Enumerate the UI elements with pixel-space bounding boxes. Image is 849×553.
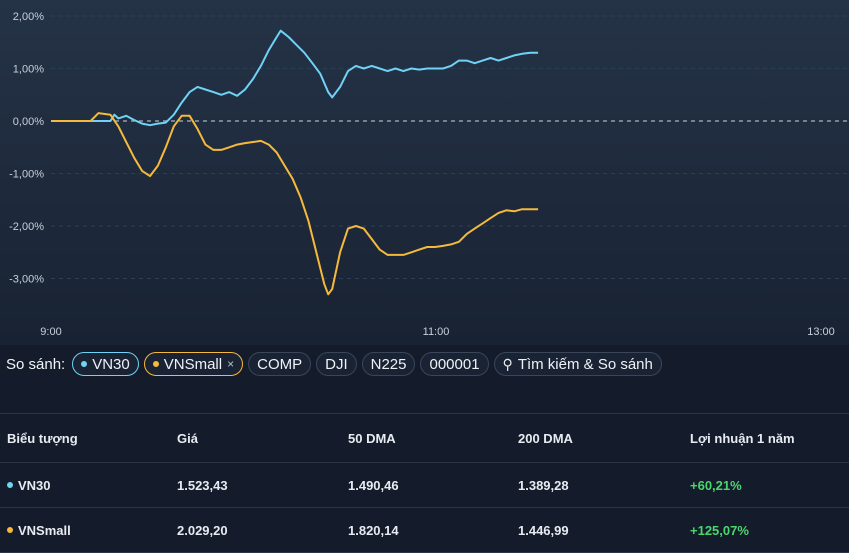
cell-text: +125,07% [690,522,749,538]
search-compare-label: Tìm kiếm & So sánh [517,355,653,373]
series-dot-icon [81,361,88,367]
series-dot-icon [152,361,159,367]
compare-chip-vn30[interactable]: VN30 [72,352,139,376]
compare-chip-label: 000001 [429,355,480,373]
cell-symbol: VN30 [7,463,51,507]
series-line-vn30 [51,29,539,127]
compare-bar: So sánh: VN30 VNSmall × COMP DJI N225 000001 ⚲… [0,350,849,378]
compare-chip-dji[interactable]: DJI [316,352,357,376]
cell-text: 1.820,14 [348,522,399,538]
y-tick-label: -3,00% [9,274,44,286]
compare-chip-label: N225 [370,355,407,373]
column-header[interactable]: Giá [177,414,198,462]
cell-text: 1.446,99 [518,522,569,538]
compare-chips: VN30 VNSmall × COMP DJI N225 000001 [72,352,489,376]
compare-chip-label: VN30 [92,355,130,373]
cell-dma50: 1.490,46 [348,463,399,507]
series-line-vnsmall [51,112,539,296]
cell-symbol: VNSmall [7,508,71,552]
table-row[interactable]: VN30 1.523,43 1.490,46 1.389,28 +60,21% [0,463,849,508]
cell-text: 2.029,20 [177,522,228,538]
column-header[interactable]: Lợi nhuận 1 năm [690,414,795,462]
cell-text: VN30 [18,477,51,493]
x-tick-label: 13:00 [807,326,835,338]
cell-dma50: 1.820,14 [348,508,399,552]
column-header[interactable]: 50 DMA [348,414,396,462]
series-dot-icon [7,527,13,533]
cell-return_1y: +125,07% [690,508,749,552]
y-tick-label: 2,00% [13,11,44,23]
cell-dma200: 1.446,99 [518,508,569,552]
cell-text: 1.490,46 [348,477,399,493]
column-header[interactable]: 200 DMA [518,414,573,462]
search-compare-button[interactable]: ⚲ Tìm kiếm & So sánh [493,352,662,376]
cell-dma200: 1.389,28 [518,463,569,507]
comparison-chart[interactable]: 2,00% 1,00% 0,00% -1,00% -2,00% -3,00% 9:00 11:… [0,0,849,345]
compare-chip-comp[interactable]: COMP [248,352,312,376]
cell-text: +60,21% [690,477,742,493]
search-icon: ⚲ [502,355,513,372]
cell-return_1y: +60,21% [690,463,742,507]
cell-text: VNSmall [18,522,71,538]
cell-text: 1.523,43 [177,477,228,493]
compare-label: So sánh: [6,355,66,373]
compare-chip-n225[interactable]: N225 [361,352,416,376]
comparison-table: Biểu tượng Giá 50 DMA 200 DMA Lợi nhuận 1 nă… [0,413,849,553]
table-header: Biểu tượng Giá 50 DMA 200 DMA Lợi nhuận 1 nă… [0,414,849,463]
table-row[interactable]: VNSmall 2.029,20 1.820,14 1.446,99 +125,07% [0,508,849,553]
x-tick-label: 9:00 [40,326,61,338]
y-tick-label: 1,00% [13,64,44,76]
compare-chip-label: VNSmall [163,355,223,373]
chart-svg: 2,00% 1,00% 0,00% -1,00% -2,00% -3,00% 9:00 11:… [9,11,849,338]
x-tick-label: 11:00 [423,326,450,338]
column-header[interactable]: Biểu tượng [7,414,78,462]
cell-price: 2.029,20 [177,508,228,552]
y-tick-label: 0,00% [13,116,44,128]
series-dot-icon [7,482,13,488]
compare-chip-sse[interactable]: 000001 [420,352,489,376]
cell-price: 1.523,43 [177,463,228,507]
cell-text: 1.389,28 [518,477,569,493]
compare-chip-label: DJI [325,355,348,373]
compare-chip-vnsmall[interactable]: VNSmall × [143,352,244,376]
close-icon[interactable]: × [227,357,234,371]
y-tick-label: -1,00% [9,169,44,181]
y-tick-label: -2,00% [9,221,44,233]
compare-chip-label: COMP [257,355,303,373]
